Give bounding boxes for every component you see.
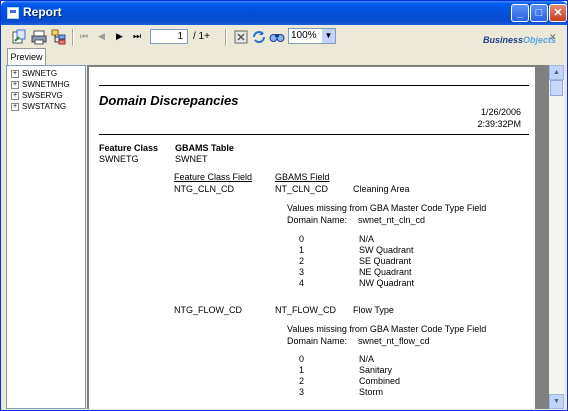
group-tree: + SWNETG + SWNETMHG + SWSERVG + SWSTATNG [6, 65, 86, 409]
page-total-label: / 1+ [193, 31, 210, 42]
value-desc: SE Quadrant [359, 256, 412, 266]
previous-page-icon[interactable]: ◀ [98, 31, 105, 42]
toolbar: ⏮ ◀ ▶ ⏭ 1 / 1+ 100% ▼ BusinessObjects ✕ [5, 27, 563, 49]
close-view-icon[interactable]: ✕ [549, 32, 557, 43]
next-page-icon[interactable]: ▶ [116, 31, 123, 42]
report-date: 1/26/2006 [480, 107, 521, 117]
tree-item-label: SWNETG [22, 69, 58, 78]
value-code: 1 [299, 365, 305, 375]
business-objects-logo: BusinessObjects [483, 35, 556, 45]
zoom-select[interactable]: 100% ▼ [288, 28, 336, 44]
value-code: 2 [299, 256, 305, 266]
expand-icon[interactable]: + [11, 91, 19, 100]
missing-values-note: Values missing from GBA Master Code Type… [287, 324, 487, 334]
expand-icon[interactable]: + [11, 69, 19, 78]
stop-icon[interactable] [233, 29, 249, 45]
gbams-field-header: GBAMS Field [275, 172, 330, 182]
report-page: Domain Discrepancies 1/26/2006 2:39:32PM… [89, 67, 535, 409]
expand-icon[interactable]: + [11, 102, 19, 111]
value-code: 0 [299, 354, 305, 364]
gbams-table-value: SWNET [175, 154, 208, 164]
tree-item-label: SWSERVG [22, 91, 63, 100]
close-button[interactable]: ✕ [549, 4, 567, 22]
page-number-input[interactable]: 1 [150, 29, 188, 44]
header-rule [99, 85, 529, 86]
value-code: 4 [299, 278, 305, 288]
value-desc: SW Quadrant [359, 245, 414, 255]
gbams-table-header: GBAMS Table [175, 143, 234, 153]
report-time: 2:39:32PM [477, 119, 521, 129]
tree-item-label: SWSTATNG [22, 102, 67, 111]
fc-field-value: NTG_CLN_CD [174, 184, 235, 194]
value-code: 0 [299, 234, 305, 244]
logo-text-business: Business [483, 35, 524, 45]
value-code: 2 [299, 376, 305, 386]
tree-item-swnetmhg[interactable]: + SWNETMHG [11, 80, 70, 89]
value-code: 1 [299, 245, 305, 255]
value-desc: NE Quadrant [359, 267, 412, 277]
scroll-thumb[interactable] [550, 80, 563, 96]
feature-class-value: SWNETG [99, 154, 139, 164]
maximize-button[interactable]: □ [530, 4, 548, 22]
value-desc: NW Quadrant [359, 278, 415, 288]
value-desc: N/A [359, 354, 375, 364]
value-desc: Combined [359, 376, 401, 386]
value-code: 3 [299, 267, 305, 277]
tree-item-label: SWNETMHG [22, 80, 70, 89]
feature-class-header: Feature Class [99, 143, 159, 153]
gbams-field-value: NT_FLOW_CD [275, 305, 337, 315]
chevron-down-icon[interactable]: ▼ [322, 29, 335, 43]
domain-name-value: swnet_nt_flow_cd [358, 336, 430, 346]
domain-name-label: Domain Name: [287, 336, 348, 346]
window-title: Report [23, 5, 62, 19]
toolbar-separator [225, 29, 227, 46]
first-page-icon[interactable]: ⏮ [80, 31, 88, 42]
value-desc: Sanitary [359, 365, 393, 375]
tree-item-swservg[interactable]: + SWSERVG [11, 91, 63, 100]
scroll-down-icon[interactable]: ▼ [549, 394, 564, 409]
zoom-value: 100% [291, 30, 317, 41]
export-icon[interactable] [11, 29, 27, 45]
tree-item-swnetg[interactable]: + SWNETG [11, 69, 57, 78]
expand-icon[interactable]: + [11, 80, 19, 89]
print-icon[interactable] [31, 29, 47, 45]
report-title: Domain Discrepancies [99, 93, 239, 108]
report-window: Report _ □ ✕ ⏮ ◀ ▶ ⏭ 1 / 1+ 100% ▼ Busin… [0, 0, 568, 411]
minimize-button[interactable]: _ [511, 4, 529, 22]
scroll-up-icon[interactable]: ▲ [549, 65, 564, 80]
search-icon[interactable] [269, 29, 285, 45]
tree-item-swstatng[interactable]: + SWSTATNG [11, 102, 66, 111]
title-bar[interactable]: Report _ □ ✕ [1, 1, 567, 25]
field-description: Flow Type [353, 305, 394, 315]
value-code: 3 [299, 387, 305, 397]
domain-name-value: swnet_nt_cln_cd [358, 215, 426, 225]
value-desc: Storm [359, 387, 384, 397]
fc-field-value: NTG_FLOW_CD [174, 305, 243, 315]
value-desc: N/A [359, 234, 375, 244]
toolbar-separator [72, 29, 74, 46]
missing-values-note: Values missing from GBA Master Code Type… [287, 203, 487, 213]
app-icon [7, 7, 19, 19]
group-tree-toggle-icon[interactable] [51, 29, 67, 45]
domain-name-label: Domain Name: [287, 215, 348, 225]
gbams-field-value: NT_CLN_CD [275, 184, 329, 194]
vertical-scrollbar[interactable]: ▲ ▼ [549, 65, 564, 409]
tab-preview[interactable]: Preview [7, 48, 46, 66]
feature-class-field-header: Feature Class Field [174, 172, 253, 182]
refresh-icon[interactable] [251, 29, 267, 45]
report-viewer[interactable]: Domain Discrepancies 1/26/2006 2:39:32PM… [87, 65, 549, 409]
last-page-icon[interactable]: ⏭ [133, 31, 141, 42]
header-rule [99, 134, 529, 135]
field-description: Cleaning Area [353, 184, 410, 194]
